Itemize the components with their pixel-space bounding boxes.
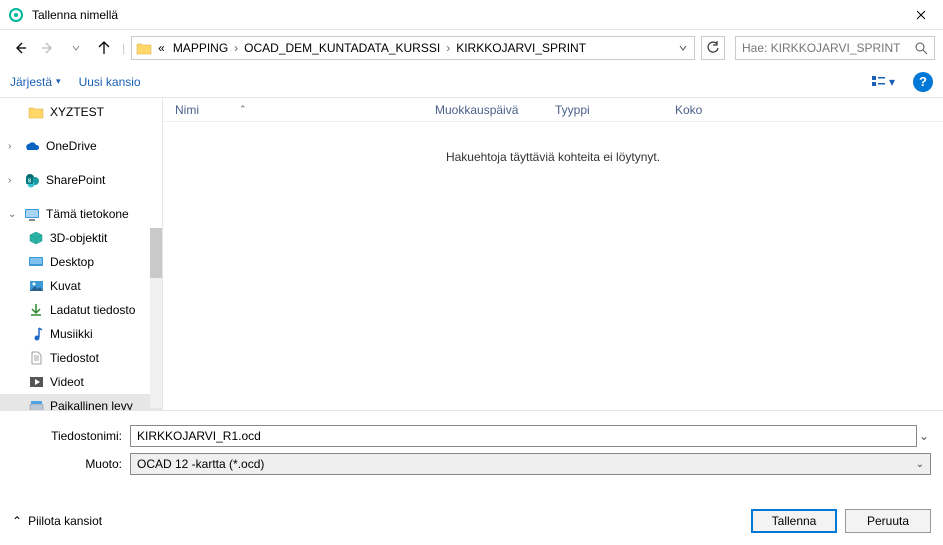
sort-indicator-icon: ⌃: [239, 104, 247, 115]
desktop-icon: [28, 254, 44, 270]
format-select[interactable]: OCAD 12 -kartta (*.ocd) ⌄: [130, 453, 931, 475]
folder-tree: XYZTEST › OneDrive › S SharePoint ⌄ Tämä…: [0, 98, 163, 410]
empty-message: Hakuehtoja täyttäviä kohteita ei löytyny…: [163, 122, 943, 410]
search-placeholder: Hae: KIRKKOJARVI_SPRINT: [742, 41, 901, 55]
onedrive-icon: [24, 138, 40, 154]
videos-icon: [28, 374, 44, 390]
tree-item-desktop[interactable]: Desktop: [0, 250, 162, 274]
tree-item-this-pc[interactable]: ⌄ Tämä tietokone: [0, 202, 162, 226]
titlebar: Tallenna nimellä: [0, 0, 943, 30]
app-icon: [8, 7, 24, 23]
collapse-icon[interactable]: ⌄: [8, 209, 18, 220]
expand-icon[interactable]: ›: [8, 141, 18, 152]
column-size[interactable]: Koko: [663, 103, 743, 117]
navbar: | « MAPPING › OCAD_DEM_KUNTADATA_KURSSI …: [0, 30, 943, 66]
organize-button[interactable]: Järjestä ▾: [10, 75, 61, 89]
expand-icon[interactable]: ›: [8, 175, 18, 186]
new-folder-button[interactable]: Uusi kansio: [79, 75, 141, 89]
disk-icon: [28, 398, 44, 410]
filename-input[interactable]: [130, 425, 917, 447]
recent-dropdown[interactable]: [64, 36, 88, 60]
column-headers: Nimi ⌃ Muokkauspäivä Tyyppi Koko: [163, 98, 943, 122]
file-list: Nimi ⌃ Muokkauspäivä Tyyppi Koko Hakueht…: [163, 98, 943, 410]
search-input[interactable]: Hae: KIRKKOJARVI_SPRINT: [735, 36, 935, 60]
column-modified[interactable]: Muokkauspäivä: [423, 103, 543, 117]
tree-scrollbar-thumb[interactable]: [150, 228, 162, 278]
folder-icon: [134, 38, 154, 58]
tree-item-sharepoint[interactable]: › S SharePoint: [0, 168, 162, 192]
chevron-down-icon: ▾: [56, 76, 61, 87]
breadcrumb-dropdown[interactable]: [674, 44, 692, 52]
documents-icon: [28, 350, 44, 366]
save-form: Tiedostonimi: ⌄ Muoto: OCAD 12 -kartta (…: [0, 410, 943, 491]
chevron-down-icon: ⌄: [916, 459, 924, 470]
folder-icon: [28, 104, 44, 120]
tree-item-downloads[interactable]: Ladatut tiedosto: [0, 298, 162, 322]
forward-button[interactable]: [36, 36, 60, 60]
cancel-button[interactable]: Peruuta: [845, 509, 931, 533]
column-type[interactable]: Tyyppi: [543, 103, 663, 117]
chevron-up-icon: ⌃: [12, 514, 22, 528]
tree-item-videos[interactable]: Videot: [0, 370, 162, 394]
toolbar: Järjestä ▾ Uusi kansio ▾ ?: [0, 66, 943, 98]
tree-item-music[interactable]: Musiikki: [0, 322, 162, 346]
breadcrumb-item[interactable]: MAPPING: [169, 41, 232, 55]
search-icon: [915, 42, 928, 55]
tree-item-3d-objects[interactable]: 3D-objektit: [0, 226, 162, 250]
hide-folders-button[interactable]: ⌃ Piilota kansiot: [12, 514, 102, 528]
breadcrumb-item[interactable]: OCAD_DEM_KUNTADATA_KURSSI: [240, 41, 444, 55]
column-name[interactable]: Nimi ⌃: [163, 103, 423, 117]
breadcrumb-item[interactable]: KIRKKOJARVI_SPRINT: [452, 41, 590, 55]
back-button[interactable]: [8, 36, 32, 60]
format-label: Muoto:: [12, 457, 130, 471]
tree-item-local-disk[interactable]: Paikallinen levy: [0, 394, 162, 410]
tree-item-documents[interactable]: Tiedostot: [0, 346, 162, 370]
window-title: Tallenna nimellä: [32, 8, 898, 22]
chevron-right-icon: ›: [232, 41, 240, 55]
breadcrumb[interactable]: « MAPPING › OCAD_DEM_KUNTADATA_KURSSI › …: [131, 36, 695, 60]
breadcrumb-prefix[interactable]: «: [154, 41, 169, 55]
help-button[interactable]: ?: [913, 72, 933, 92]
nav-separator: |: [120, 41, 127, 55]
filename-label: Tiedostonimi:: [12, 429, 130, 443]
up-button[interactable]: [92, 36, 116, 60]
tree-item-pictures[interactable]: Kuvat: [0, 274, 162, 298]
pictures-icon: [28, 278, 44, 294]
view-options-button[interactable]: ▾: [871, 75, 895, 89]
cube-icon: [28, 230, 44, 246]
refresh-button[interactable]: [701, 36, 725, 60]
chevron-right-icon: ›: [444, 41, 452, 55]
music-icon: [28, 326, 44, 342]
sharepoint-icon: S: [24, 172, 40, 188]
footer: ⌃ Piilota kansiot Tallenna Peruuta: [0, 491, 943, 545]
tree-item-xyztest[interactable]: XYZTEST: [0, 100, 162, 124]
filename-dropdown[interactable]: ⌄: [917, 429, 931, 443]
download-icon: [28, 302, 44, 318]
tree-item-onedrive[interactable]: › OneDrive: [0, 134, 162, 158]
pc-icon: [24, 206, 40, 222]
chevron-down-icon: ▾: [889, 75, 895, 89]
close-button[interactable]: [898, 0, 943, 30]
save-button[interactable]: Tallenna: [751, 509, 837, 533]
main-area: XYZTEST › OneDrive › S SharePoint ⌄ Tämä…: [0, 98, 943, 410]
